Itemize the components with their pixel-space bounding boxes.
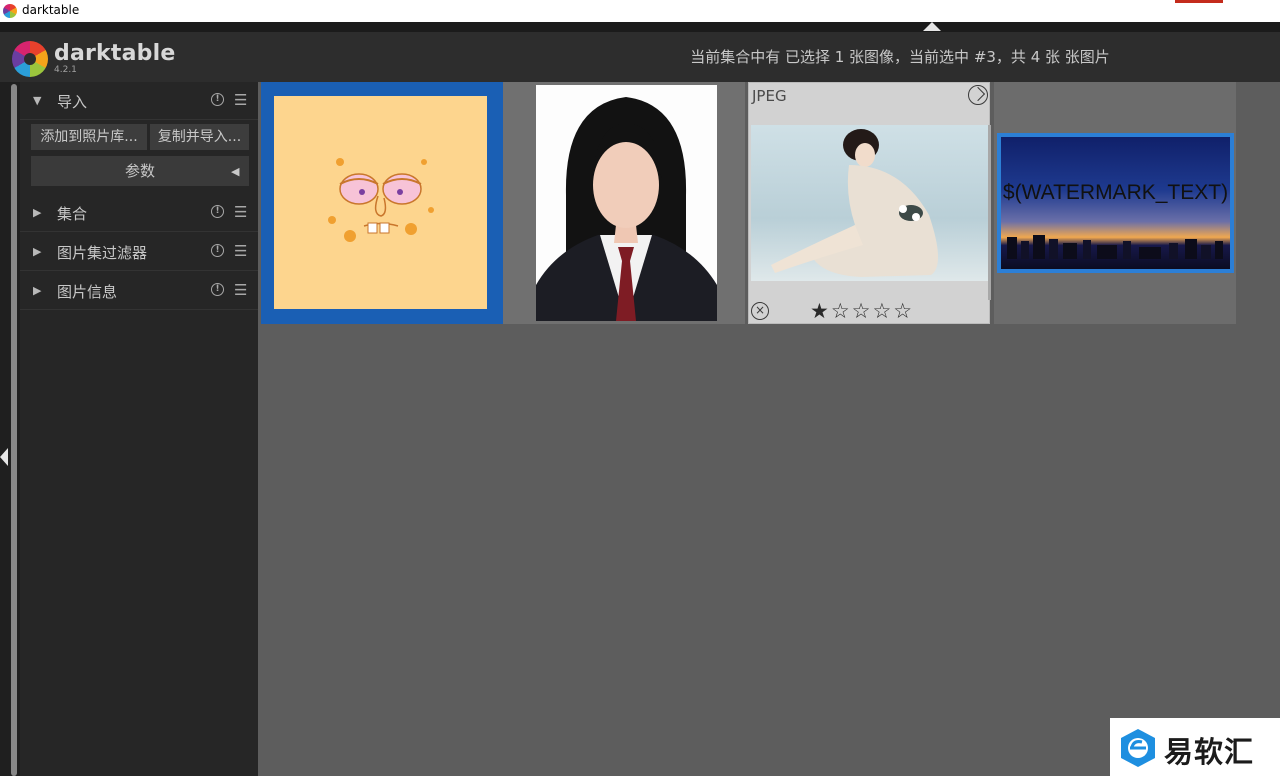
watermark-text: $(WATERMARK_TEXT) <box>1002 181 1229 204</box>
brand-logo-icon <box>1121 729 1155 767</box>
window-title: darktable <box>22 3 80 17</box>
expanded-arrow-icon: ▼ <box>33 94 42 107</box>
presets-menu-icon[interactable]: ☰ <box>234 91 247 109</box>
collapsed-arrow-icon: ▶ <box>33 284 42 297</box>
thumbnail-image-city-skyline[interactable]: $(WATERMARK_TEXT) <box>997 133 1234 273</box>
copy-and-import-button[interactable]: 复制并导入... <box>150 124 249 150</box>
logo-name: darktable <box>54 41 176 66</box>
file-format-label: JPEG <box>752 87 787 105</box>
selection-status-text: 当前集合中有 已选择 1 张图像，当前选中 #3，共 4 张 张图片 <box>690 48 1110 66</box>
thumbnail-image-portrait[interactable] <box>536 85 717 321</box>
darktable-app-icon <box>3 4 17 18</box>
info-icon[interactable]: ! <box>211 283 224 296</box>
darktable-logo-icon <box>12 41 48 77</box>
module-label: 图片集过滤器 <box>57 244 148 262</box>
thumbnail-image-spongebob[interactable] <box>274 96 487 309</box>
left-panel-collapse-arrow-icon[interactable] <box>0 448 8 466</box>
collapsed-left-arrow-icon: ◀ <box>231 165 240 178</box>
top-panel-toggle-arrow-icon[interactable] <box>923 22 941 31</box>
info-icon[interactable]: ! <box>211 244 224 257</box>
left-panel-scrollbar[interactable] <box>11 84 17 776</box>
presets-menu-icon[interactable]: ☰ <box>234 281 247 299</box>
info-icon[interactable]: ! <box>211 93 224 106</box>
reject-icon[interactable]: × <box>751 302 769 320</box>
collapsed-arrow-icon: ▶ <box>33 206 42 219</box>
module-import-header[interactable]: ▼ 导入 ! ☰ <box>20 82 258 120</box>
module-collection-filters-header[interactable]: ▶ 图片集过滤器 ! ☰ <box>20 233 258 271</box>
window-close-button[interactable] <box>1175 0 1223 3</box>
header-bar: darktable 4.2.1 当前集合中有 已选择 1 张图像，当前选中 #3… <box>0 32 1280 82</box>
add-to-library-button[interactable]: 添加到照片库... <box>31 124 147 150</box>
collapsed-arrow-icon: ▶ <box>33 245 42 258</box>
version-label: 4.2.1 <box>54 65 77 75</box>
presets-menu-icon[interactable]: ☰ <box>234 203 247 221</box>
left-panel-edge <box>0 82 20 776</box>
module-collections-header[interactable]: ▶ 集合 ! ☰ <box>20 194 258 232</box>
altered-history-icon[interactable] <box>968 85 988 105</box>
module-label: 导入 <box>57 93 88 111</box>
darktable-window: darktable darktable 4.2.1 当前集合中有 已选择 1 张… <box>0 0 1280 776</box>
skyline-silhouette <box>1007 235 1223 259</box>
top-panel-strip <box>0 22 1280 32</box>
module-label: 图片信息 <box>57 283 118 301</box>
thumbnail-scrollbar <box>988 125 991 300</box>
brand-watermark: 易软汇 <box>1110 718 1280 776</box>
presets-menu-icon[interactable]: ☰ <box>234 242 247 260</box>
left-panel: ▼ 导入 ! ☰ ▶ 集合 ! ☰ ▶ 图片集过滤器 ! ☰ ▶ 图片信息 ! … <box>20 82 258 776</box>
module-image-information-header[interactable]: ▶ 图片信息 ! ☰ <box>20 272 258 310</box>
os-title-bar: darktable <box>0 0 1280 22</box>
brand-text: 易软汇 <box>1164 735 1255 769</box>
thumbnail-image-seated-woman[interactable] <box>751 125 988 281</box>
import-parameters-button[interactable]: 参数 <box>31 156 249 186</box>
info-icon[interactable]: ! <box>211 205 224 218</box>
module-label: 集合 <box>57 205 88 223</box>
star-rating[interactable]: ★☆☆☆☆ <box>810 299 914 323</box>
